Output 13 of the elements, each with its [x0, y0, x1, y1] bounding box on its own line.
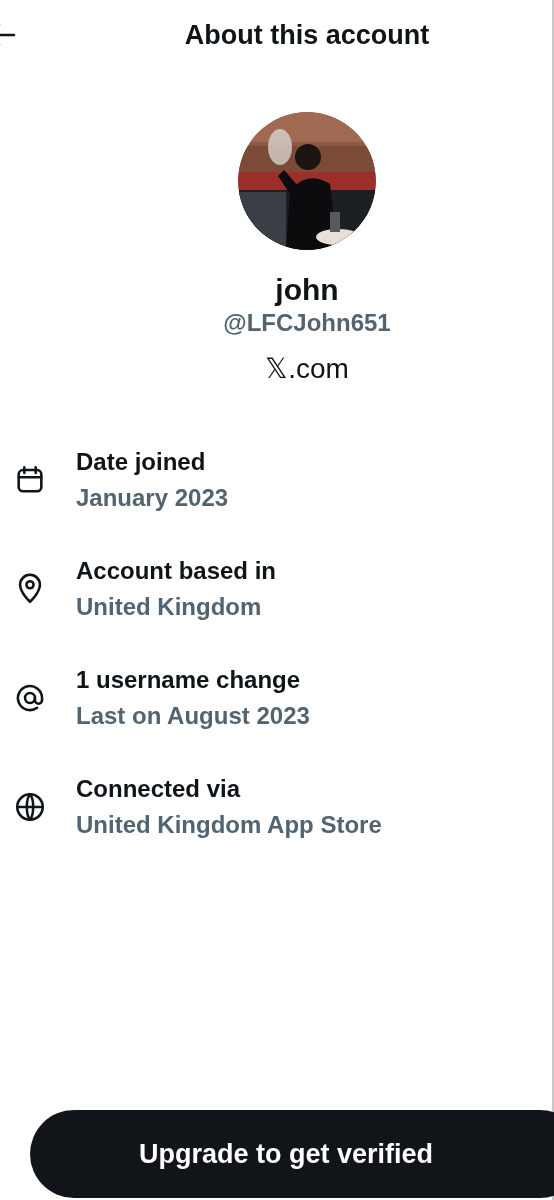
- detail-label: 1 username change: [76, 665, 302, 695]
- globe-icon: [13, 790, 47, 824]
- upgrade-button[interactable]: Upgrade to get verified: [30, 1110, 554, 1198]
- username: @LFCJohn651: [223, 308, 391, 338]
- detail-label: Account based in: [76, 556, 277, 586]
- detail-value: United Kingdom: [76, 592, 263, 622]
- page-title: About this account: [184, 18, 430, 52]
- detail-value: January 2023: [76, 483, 229, 513]
- detail-label: Date joined: [76, 447, 207, 477]
- detail-value: Last on August 2023: [76, 701, 310, 731]
- display-name: john: [275, 272, 339, 308]
- detail-value: United Kingdom App Store: [76, 810, 382, 840]
- detail-label: Connected via: [76, 774, 242, 804]
